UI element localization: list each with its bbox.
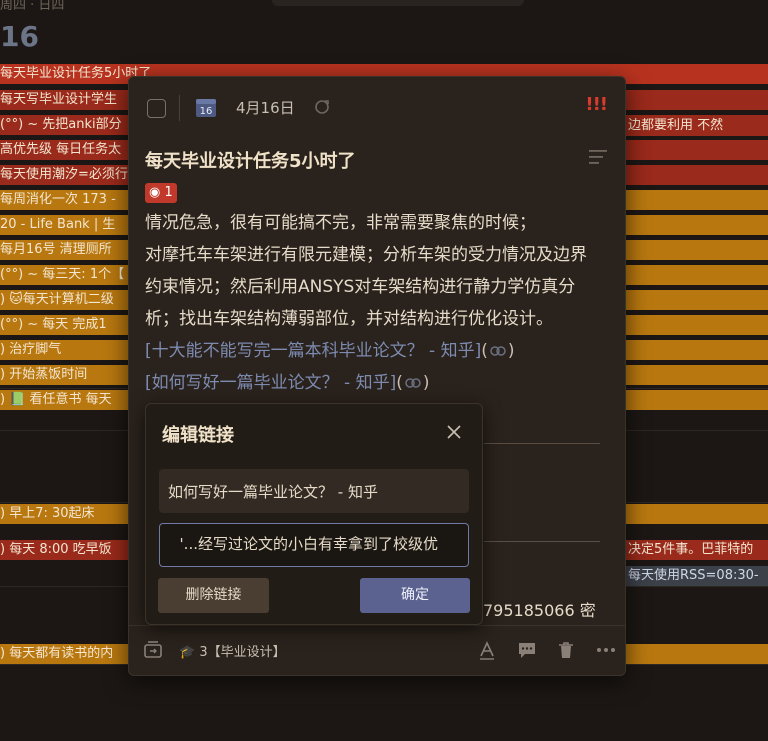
description-line: 情况危急，很有可能搞不完，非常需要聚焦的时候；	[145, 213, 536, 233]
outline-menu-icon[interactable]	[589, 149, 607, 165]
link-url-input[interactable]: 经写过论文的小白有幸拿到了校级优...'	[159, 523, 469, 567]
task-footer: 🎓 3【毕业设计】	[129, 625, 625, 675]
description-line: 析；找出车架结构薄弱部位，并对结构进行优化设计。	[145, 309, 553, 329]
close-icon[interactable]	[446, 424, 462, 440]
comment-icon[interactable]	[517, 640, 537, 660]
link-icon[interactable]	[490, 345, 506, 357]
calendar-event-tail[interactable]: 决定5件事。巴菲特的	[626, 540, 768, 560]
task-checkbox[interactable]	[147, 99, 166, 118]
day-tabs: 周四 · 日四	[0, 0, 65, 13]
move-to-list-icon[interactable]	[143, 640, 163, 660]
task-description[interactable]: 情况危急，很有可能搞不完，非常需要聚焦的时候； 对摩托车车架进行有限元建模；分析…	[145, 207, 607, 399]
tomato-icon: ◉	[149, 185, 161, 200]
more-options-icon[interactable]	[596, 640, 616, 660]
task-title[interactable]: 每天毕业设计任务5小时了	[145, 147, 356, 173]
calendar-icon[interactable]: 16	[195, 96, 217, 118]
delete-link-button[interactable]: 删除链接	[158, 578, 269, 613]
edit-link-dialog: 编辑链接 如何写好一篇毕业论文？ - 知乎 经写过论文的小白有幸拿到了校级优..…	[145, 403, 483, 625]
task-header: 16 4月16日 !!!	[129, 77, 625, 137]
markdown-link[interactable]: [如何写好一篇毕业论文？ - 知乎]()	[145, 367, 607, 399]
link-text[interactable]: [十大能不能写完一篇本科毕业论文？ - 知乎]	[145, 341, 481, 361]
graduation-cap-icon: 🎓	[179, 645, 196, 660]
link-text[interactable]: [如何写好一篇毕业论文？ - 知乎]	[145, 373, 396, 393]
text-format-icon[interactable]	[477, 640, 497, 660]
calendar-event-tail[interactable]: 边都要利用 不然	[626, 116, 768, 136]
confirm-button[interactable]: 确定	[360, 578, 470, 613]
top-toolbar	[272, 0, 524, 6]
link-title-input[interactable]: 如何写好一篇毕业论文？ - 知乎	[159, 469, 469, 513]
header-divider	[179, 95, 180, 121]
svg-text:16: 16	[200, 106, 213, 117]
dialog-title: 编辑链接	[162, 425, 234, 446]
pomodoro-badge[interactable]: ◉ 1	[145, 183, 177, 203]
priority-flag[interactable]: !!!	[585, 94, 608, 115]
content-divider	[484, 541, 600, 542]
calendar-header: 周四 · 日四 16	[0, 0, 768, 60]
due-date[interactable]: 4月16日	[236, 97, 295, 118]
calendar-event-tail[interactable]: 每天使用RSS=08:30-	[626, 566, 768, 586]
repeat-icon[interactable]	[313, 98, 331, 116]
markdown-link[interactable]: [十大能不能写完一篇本科毕业论文？ - 知乎]()	[145, 335, 607, 367]
list-tag[interactable]: 🎓 3【毕业设计】	[179, 641, 286, 660]
content-divider	[484, 443, 600, 444]
pomodoro-count: 1	[164, 185, 173, 200]
trash-icon[interactable]	[556, 640, 576, 660]
link-icon[interactable]	[405, 377, 421, 389]
description-line: 约束情况；然后利用ANSYS对车架结构进行静力学仿真分	[145, 277, 576, 297]
description-line: 对摩托车车架进行有限元建模；分析车架的受力情况及边界	[145, 245, 587, 265]
calendar-date-number: 16	[0, 20, 39, 53]
content-trailing-text: 795185066 密	[483, 601, 596, 620]
